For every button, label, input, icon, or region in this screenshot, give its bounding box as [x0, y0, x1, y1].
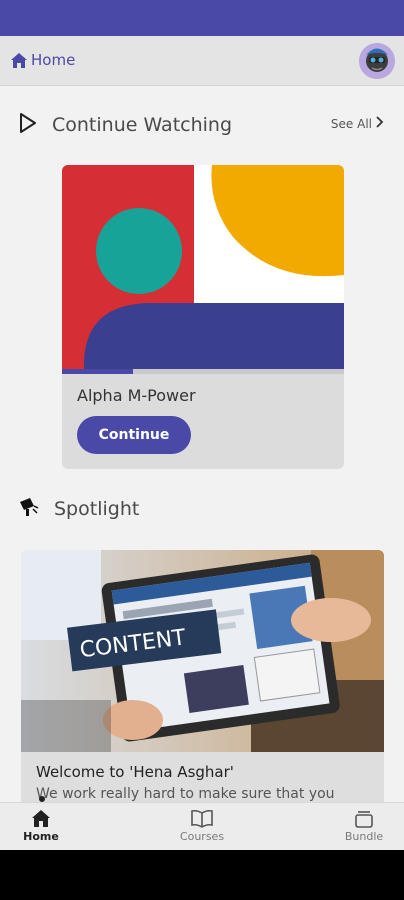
chevron-right-icon [376, 116, 384, 131]
spotlight-header: Spotlight [18, 496, 139, 522]
nav-item-home[interactable]: Home [1, 809, 81, 843]
spotlight-image: CONTENT [21, 550, 384, 752]
spotlight-card[interactable]: CONTENT Welcome to 'Hena Asghar' We work… [21, 550, 384, 830]
spotlight-card-title: Welcome to 'Hena Asghar' [36, 763, 234, 781]
nav-label-courses: Courses [179, 830, 225, 843]
play-icon [18, 112, 38, 138]
course-title: Alpha M-Power [77, 386, 196, 405]
nav-label-bundle: Bundle [344, 830, 384, 843]
app-bar: Home [0, 36, 404, 86]
book-icon [191, 809, 213, 828]
nav-label-home: Home [23, 830, 59, 843]
spotlight-icon [18, 496, 40, 522]
user-avatar[interactable] [359, 43, 395, 79]
see-all-link[interactable]: See All [331, 116, 384, 131]
continue-button[interactable]: Continue [77, 416, 191, 454]
continue-watching-title: Continue Watching [52, 114, 233, 136]
home-link[interactable]: Home [11, 51, 75, 69]
home-link-label: Home [31, 51, 76, 69]
home-icon [31, 809, 51, 828]
nav-item-courses[interactable]: Courses [162, 809, 242, 843]
spotlight-title: Spotlight [54, 498, 140, 520]
home-icon [11, 52, 27, 68]
status-bar [0, 0, 404, 36]
screen: Home Continue Watching See All Alpha M-P… [0, 0, 404, 850]
course-progress-fill [62, 369, 133, 374]
see-all-label: See All [330, 116, 372, 131]
course-thumbnail [62, 165, 344, 369]
spotlight-card-description: We work really hard to make sure that yo… [36, 786, 335, 802]
course-progress-bar [62, 369, 344, 374]
bundle-icon [354, 809, 374, 828]
course-card[interactable]: Alpha M-Power Continue [62, 165, 344, 469]
bottom-nav: Home Courses Bundle [0, 802, 404, 850]
continue-watching-header: Continue Watching [18, 112, 232, 138]
nav-item-bundle[interactable]: Bundle [324, 809, 404, 843]
